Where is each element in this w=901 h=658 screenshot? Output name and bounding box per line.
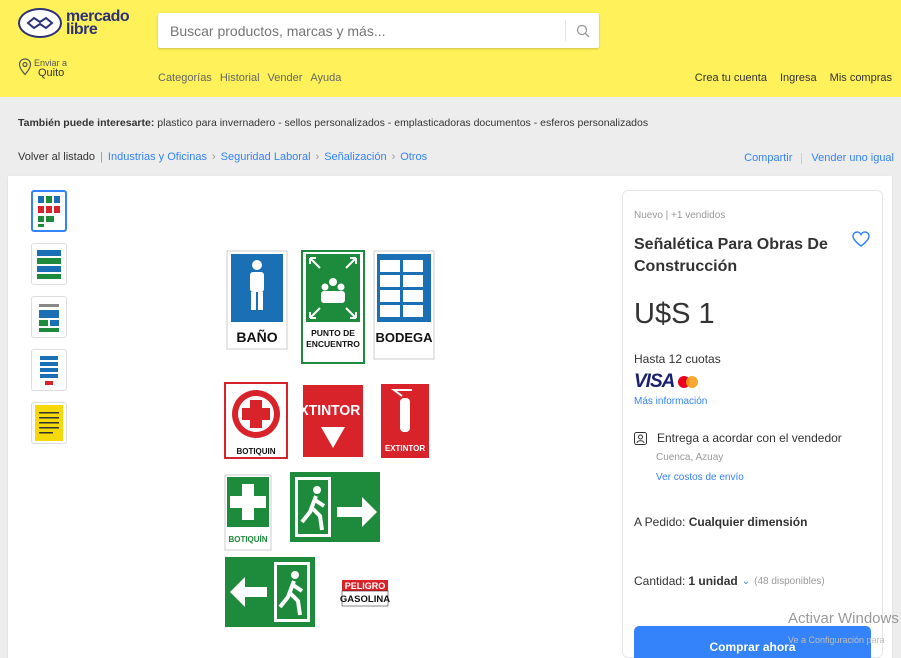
sign-extintor-small-label: EXTINTOR <box>385 444 426 453</box>
delivery-info: Entrega a acordar con el vendedor <box>634 431 842 445</box>
sell-same-link[interactable]: Vender uno igual <box>811 152 894 164</box>
breadcrumb-item-otros[interactable]: Otros <box>400 151 427 163</box>
person-card-icon <box>634 431 647 445</box>
location-selector[interactable]: Enviar a Quito <box>18 58 67 79</box>
chevron-right-icon: › <box>315 151 320 163</box>
related-searches: También puede interesarte: plastico para… <box>18 117 648 129</box>
sign-exit-left <box>225 557 315 627</box>
divider <box>801 152 803 164</box>
nav-vender[interactable]: Vender <box>268 72 303 84</box>
sign-punto-encuentro: PUNTO DE ENCUENTRO <box>301 250 365 364</box>
thumbnail-2[interactable] <box>31 243 67 285</box>
sign-bodega: BODEGA <box>373 250 435 360</box>
my-purchases-link[interactable]: Mis compras <box>830 72 892 84</box>
search-icon <box>576 24 589 37</box>
heart-icon <box>852 231 870 247</box>
header: mercado libre Enviar a Quito Categorías … <box>0 0 901 97</box>
logo-text: mercado libre <box>66 9 130 38</box>
sign-botiquin-red: BOTIQUIN <box>224 382 288 459</box>
sign-exit-right <box>290 472 380 542</box>
order-info: A Pedido: Cualquier dimensión <box>634 515 807 529</box>
seller-city: Cuenca, Azuay <box>656 452 724 463</box>
handshake-icon <box>18 8 62 38</box>
thumbnail-4[interactable] <box>31 349 67 391</box>
create-account-link[interactable]: Crea tu cuenta <box>695 72 767 84</box>
nav-historial[interactable]: Historial <box>220 72 260 84</box>
sign-botiquin-green-label: BOTIQUÍN <box>228 535 267 544</box>
chevron-down-icon: ⌄ <box>741 575 751 587</box>
payment-methods: VISA <box>634 371 699 393</box>
thumbnail-signs-image <box>38 196 60 227</box>
favorite-button[interactable] <box>852 231 870 250</box>
installments: Hasta 12 cuotas <box>634 352 721 366</box>
shipping-costs-link[interactable]: Ver costos de envío <box>656 472 744 483</box>
sign-botiquin-green: BOTIQUÍN <box>224 474 272 551</box>
windows-watermark-subtitle: Ve a Configuración para <box>788 635 885 645</box>
visa-logo: VISA <box>634 371 675 392</box>
order-value: Cualquier dimensión <box>688 515 808 529</box>
buy-box: Nuevo | +1 vendidos Señalética Para Obra… <box>622 190 883 658</box>
thumbnail-warning-image <box>35 405 63 441</box>
sign-encuentro-label: ENCUENTRO <box>306 339 360 349</box>
sign-botiquin-red-label: BOTIQUIN <box>236 447 275 456</box>
sign-bano: BAÑO <box>226 250 288 350</box>
nav-categorias[interactable]: Categorías <box>158 72 212 84</box>
more-info-link[interactable]: Más información <box>634 396 707 407</box>
product-image[interactable]: BAÑO PUNTO DE ENCUENTRO BODEGA BOTIQUIN … <box>222 250 442 632</box>
nav-ayuda[interactable]: Ayuda <box>310 72 341 84</box>
mercadolibre-logo[interactable]: mercado libre <box>18 8 130 38</box>
login-link[interactable]: Ingresa <box>780 72 817 84</box>
related-searches-items[interactable]: plastico para invernadero - sellos perso… <box>157 117 648 129</box>
chevron-right-icon: › <box>391 151 396 163</box>
chevron-right-icon: › <box>211 151 216 163</box>
condition-sold: Nuevo | +1 vendidos <box>634 210 726 221</box>
sign-extintor-big-label: EXTINTOR <box>290 403 361 420</box>
breadcrumb-divider: | <box>100 151 103 163</box>
share-actions: Compartir Vender uno igual <box>744 152 894 164</box>
thumbnail-1[interactable] <box>31 190 67 232</box>
share-link[interactable]: Compartir <box>744 152 792 164</box>
sign-punto-label: PUNTO DE <box>311 328 355 338</box>
sign-peligro-label: PELIGRO <box>345 581 386 591</box>
related-searches-label: También puede interesarte: <box>18 117 155 129</box>
thumbnail-signs-image <box>40 356 58 385</box>
mastercard-icon <box>678 376 699 388</box>
user-nav: Crea tu cuenta Ingresa Mis compras <box>695 72 892 84</box>
sign-bano-label: BAÑO <box>236 328 277 345</box>
sign-bodega-label: BODEGA <box>375 330 433 345</box>
breadcrumb-item-industrias[interactable]: Industrias y Oficinas <box>108 151 207 163</box>
sign-peligro-gasolina: PELIGRO GASOLINA <box>340 580 390 607</box>
thumbnail-5[interactable] <box>31 402 67 444</box>
thumbnail-gallery <box>31 190 67 455</box>
thumbnail-signs-image <box>39 304 59 332</box>
sign-extintor-small: EXTINTOR <box>381 384 429 458</box>
price: U$S 1 <box>634 298 715 330</box>
breadcrumb: Volver al listado | Industrias y Oficina… <box>18 151 427 163</box>
breadcrumb-item-senalizacion[interactable]: Señalización <box>324 151 386 163</box>
delivery-text: Entrega a acordar con el vendedor <box>657 431 842 445</box>
quantity-label: Cantidad: <box>634 574 686 588</box>
product-title: Señalética Para Obras De Construcción <box>634 236 828 275</box>
breadcrumb-item-seguridad[interactable]: Seguridad Laboral <box>221 151 311 163</box>
quantity-value: 1 unidad <box>688 574 738 588</box>
search-box <box>158 13 599 48</box>
thumbnail-signs-image <box>37 250 61 279</box>
back-to-list-link[interactable]: Volver al listado <box>18 151 95 163</box>
quantity-selector[interactable]: Cantidad: 1 unidad ⌄ (48 disponibles) <box>634 574 825 588</box>
sign-extintor-big: EXTINTOR <box>290 385 363 457</box>
search-input[interactable] <box>158 13 558 48</box>
main-nav: Categorías Historial Vender Ayuda <box>158 72 341 84</box>
thumbnail-3[interactable] <box>31 296 67 338</box>
search-button[interactable] <box>565 20 599 41</box>
location-pin-icon <box>18 58 32 76</box>
location-city: Quito <box>38 67 65 79</box>
sign-gasolina-label: GASOLINA <box>340 594 390 605</box>
available-stock: (48 disponibles) <box>754 575 825 587</box>
windows-watermark-title: Activar Windows <box>788 610 899 627</box>
order-label: A Pedido: <box>634 515 686 529</box>
